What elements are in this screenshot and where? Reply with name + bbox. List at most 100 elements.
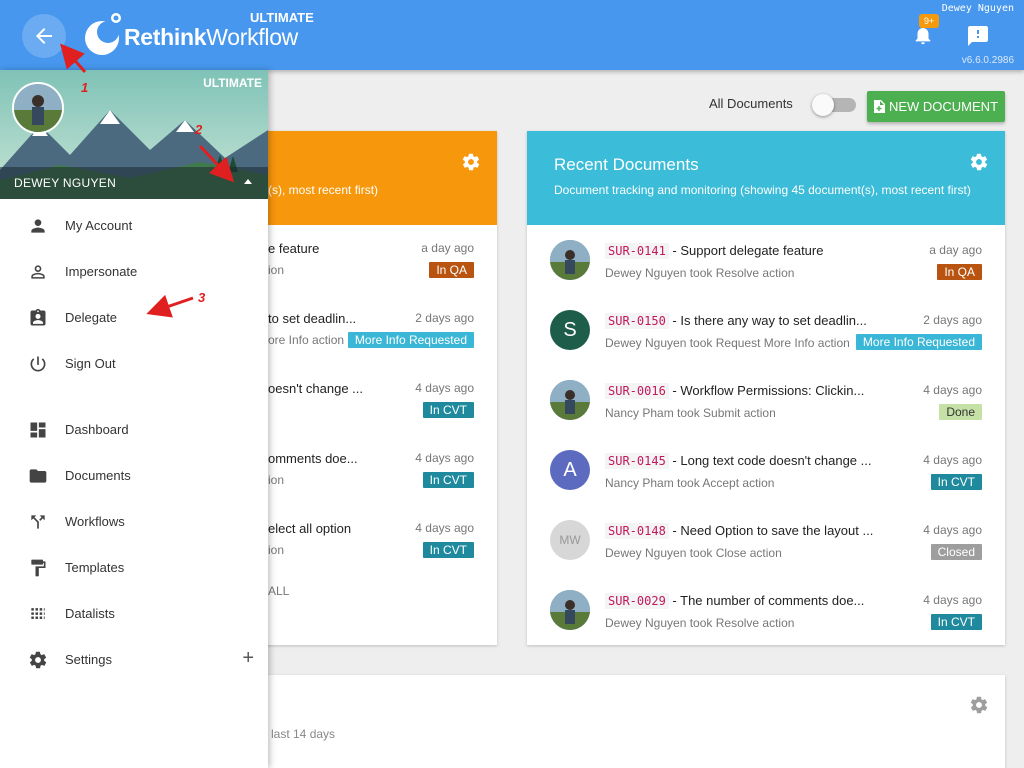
doc-title: elect all option — [268, 521, 352, 536]
menu-workflows[interactable]: Workflows — [0, 499, 268, 545]
document-action: Dewey Nguyen took Resolve action — [605, 616, 795, 630]
drawer-header: ULTIMATE DEWEY NGUYEN — [0, 70, 268, 199]
assignment-ind-icon — [30, 308, 46, 326]
recent-documents-header: Recent Documents Document tracking and m… — [527, 131, 1005, 225]
document-title: - Need Option to save the layout ... — [672, 523, 874, 538]
status-badge: In QA — [429, 262, 474, 278]
menu-delegate[interactable]: Delegate — [0, 295, 268, 341]
annotation-label: 2 — [195, 122, 203, 137]
document-action: Dewey Nguyen took Resolve action — [605, 266, 795, 280]
menu-impersonate[interactable]: Impersonate — [0, 249, 268, 295]
header-user-name: Dewey Nguyen — [941, 3, 1014, 14]
document-title: - Workflow Permissions: Clickin... — [672, 383, 865, 398]
call-split-icon — [31, 515, 45, 529]
avatar — [550, 380, 590, 420]
menu-datalists[interactable]: Datalists — [0, 591, 268, 637]
status-badge: More Info Requested — [347, 332, 474, 348]
gear-icon[interactable] — [461, 152, 481, 172]
arrow-left-icon — [36, 28, 52, 44]
document-code: SUR-0016 — [605, 383, 669, 399]
recent-documents-title: Recent Documents — [554, 155, 699, 174]
document-row[interactable]: SUR-0141 - Support delegate feature Dewe… — [527, 234, 1005, 304]
caret-up-icon — [244, 179, 252, 184]
notifications-button[interactable] — [912, 24, 934, 51]
status-badge: In QA — [937, 264, 982, 280]
back-button[interactable] — [22, 14, 66, 58]
gear-icon[interactable] — [969, 695, 989, 715]
document-time: 4 days ago — [923, 593, 982, 607]
document-action: Dewey Nguyen took Close action — [605, 546, 782, 560]
status-badge: In CVT — [930, 614, 982, 630]
avatar: A — [550, 450, 590, 490]
menu-settings[interactable]: Settings + — [0, 637, 268, 683]
edition-label: ULTIMATE — [250, 10, 314, 25]
logo-icon — [85, 13, 121, 55]
drawer-edition-label: ULTIMATE — [203, 76, 262, 90]
document-time: 4 days ago — [923, 523, 982, 537]
menu-dashboard[interactable]: Dashboard — [0, 407, 268, 453]
document-code: SUR-0145 — [605, 453, 669, 469]
document-action: Dewey Nguyen took Request More Info acti… — [605, 336, 850, 350]
document-row[interactable]: A SUR-0145 - Long text code doesn't chan… — [527, 444, 1005, 514]
version-label: v6.6.0.2986 — [961, 55, 1014, 66]
avatar: MW — [550, 520, 590, 560]
document-title: - The number of comments doe... — [672, 593, 865, 608]
view-all-link[interactable]: ALL — [268, 584, 289, 598]
doc-title: e feature — [268, 241, 320, 256]
all-documents-toggle[interactable] — [812, 94, 858, 116]
document-row[interactable]: SUR-0016 - Workflow Permissions: Clickin… — [527, 374, 1005, 444]
annotation-label: 3 — [198, 290, 206, 305]
new-document-button[interactable]: NEW DOCUMENT — [867, 91, 1005, 122]
menu-sign-out[interactable]: Sign Out — [0, 341, 268, 387]
paint-roller-icon — [31, 559, 46, 577]
document-code: SUR-0148 — [605, 523, 669, 539]
doc-action: ion — [268, 263, 285, 277]
document-time: a day ago — [929, 243, 982, 257]
drawer-user-toggle[interactable]: DEWEY NGUYEN — [0, 167, 268, 199]
document-code: SUR-0150 — [605, 313, 669, 329]
document-row[interactable]: SUR-0029 - The number of comments doe...… — [527, 584, 1005, 645]
app-header: RethinkWorkflow ULTIMATE Dewey Nguyen 9+… — [0, 0, 1024, 70]
drawer-user-name: DEWEY NGUYEN — [14, 176, 117, 190]
menu-documents[interactable]: Documents — [0, 453, 268, 499]
menu-templates[interactable]: Templates — [0, 545, 268, 591]
status-badge: Done — [939, 404, 982, 420]
document-row[interactable]: MW SUR-0148 - Need Option to save the la… — [527, 514, 1005, 584]
feedback-icon — [968, 26, 988, 46]
drawer-avatar — [12, 82, 64, 134]
grid-icon — [31, 608, 45, 619]
gear-icon — [29, 651, 47, 669]
document-action: Nancy Pham took Submit action — [605, 406, 776, 420]
feedback-button[interactable] — [966, 24, 990, 53]
navigation-drawer: ULTIMATE DEWEY NGUYEN My Account Imperso… — [0, 70, 268, 768]
recent-documents-card: Recent Documents Document tracking and m… — [527, 131, 1005, 645]
person-outline-icon — [31, 265, 45, 279]
status-badge: In CVT — [422, 542, 474, 558]
menu-my-account[interactable]: My Account — [0, 203, 268, 249]
doc-action: ion — [268, 473, 285, 487]
document-time: 2 days ago — [923, 313, 982, 327]
power-icon — [30, 356, 46, 372]
avatar — [550, 590, 590, 630]
person-icon — [31, 219, 45, 233]
document-code: SUR-0141 — [605, 243, 669, 259]
new-file-icon — [873, 100, 885, 113]
status-badge: In CVT — [422, 472, 474, 488]
annotation-label: 1 — [81, 80, 89, 95]
gear-icon[interactable] — [969, 152, 989, 172]
doc-action: ion — [268, 543, 285, 557]
notification-count-badge: 9+ — [919, 14, 940, 28]
doc-time: a day ago — [421, 241, 474, 255]
doc-title: to set deadlin... — [268, 311, 357, 326]
document-time: 4 days ago — [923, 383, 982, 397]
all-documents-label: All Documents — [709, 96, 793, 111]
expand-plus-icon[interactable]: + — [242, 647, 254, 670]
document-row[interactable]: S SUR-0150 - Is there any way to set dea… — [527, 304, 1005, 374]
doc-title: oesn't change ... — [268, 381, 363, 396]
doc-action: ore Info action — [268, 333, 345, 347]
document-time: 4 days ago — [923, 453, 982, 467]
doc-time: 4 days ago — [415, 451, 474, 465]
folder-icon — [29, 469, 47, 483]
avatar: S — [550, 310, 590, 350]
status-badge: Closed — [930, 544, 982, 560]
